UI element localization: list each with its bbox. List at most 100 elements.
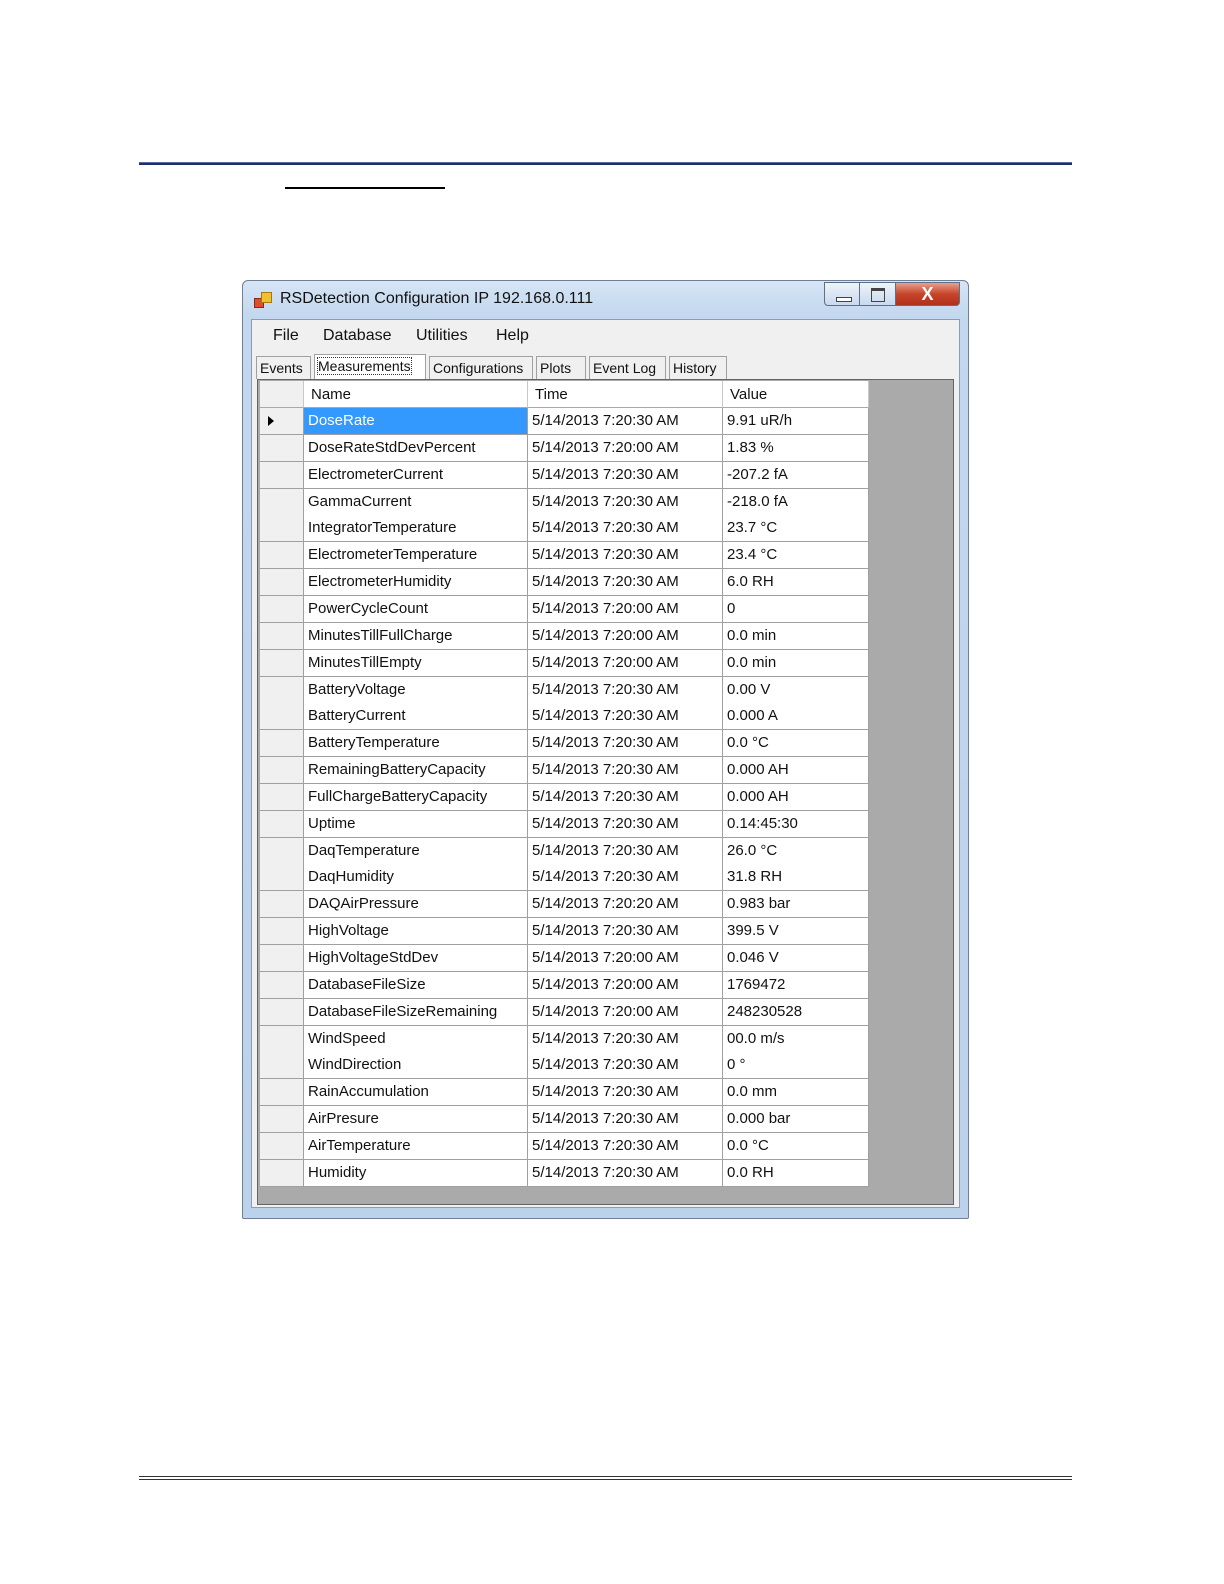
cell-time[interactable]: 5/14/2013 7:20:30 AM bbox=[528, 703, 723, 731]
cell-time[interactable]: 5/14/2013 7:20:30 AM bbox=[528, 676, 723, 704]
cell-name[interactable]: BatteryVoltage bbox=[304, 676, 528, 704]
cell-name[interactable]: MinutesTillFullCharge bbox=[304, 622, 528, 650]
cell-time[interactable]: 5/14/2013 7:20:30 AM bbox=[528, 542, 723, 570]
cell-value[interactable]: 0 ° bbox=[723, 1052, 869, 1080]
cell-name[interactable]: Humidity bbox=[304, 1159, 528, 1187]
cell-name[interactable]: DatabaseFileSizeRemaining bbox=[304, 998, 528, 1026]
cell-value[interactable]: 0.0 min bbox=[723, 649, 869, 677]
cell-time[interactable]: 5/14/2013 7:20:30 AM bbox=[528, 461, 723, 489]
cell-time[interactable]: 5/14/2013 7:20:00 AM bbox=[528, 649, 723, 677]
minimize-button[interactable] bbox=[824, 282, 860, 306]
maximize-button[interactable] bbox=[860, 282, 896, 306]
row-header[interactable] bbox=[260, 1079, 304, 1107]
cell-time[interactable]: 5/14/2013 7:20:30 AM bbox=[528, 757, 723, 785]
tab-measurements[interactable]: Measurements bbox=[314, 354, 426, 379]
row-header[interactable] bbox=[260, 649, 304, 677]
row-header[interactable] bbox=[260, 676, 304, 704]
cell-name[interactable]: HighVoltage bbox=[304, 918, 528, 946]
measurements-grid[interactable]: Name Time Value DoseRate 5/14/2013 7:20:3… bbox=[257, 379, 954, 1205]
cell-value[interactable]: -207.2 fA bbox=[723, 461, 869, 489]
cell-value[interactable]: 0.0 °C bbox=[723, 1132, 869, 1160]
row-header[interactable] bbox=[260, 1106, 304, 1134]
row-header[interactable] bbox=[260, 730, 304, 758]
row-header[interactable] bbox=[260, 1132, 304, 1160]
cell-value[interactable]: 0.000 A bbox=[723, 703, 869, 731]
cell-time[interactable]: 5/14/2013 7:20:30 AM bbox=[528, 864, 723, 892]
cell-name[interactable]: DAQAirPressure bbox=[304, 891, 528, 919]
tab-configurations[interactable]: Configurations bbox=[429, 356, 533, 379]
cell-value[interactable]: 26.0 °C bbox=[723, 837, 869, 865]
cell-time[interactable]: 5/14/2013 7:20:30 AM bbox=[528, 1025, 723, 1053]
row-header[interactable] bbox=[260, 998, 304, 1026]
cell-name[interactable]: DaqTemperature bbox=[304, 837, 528, 865]
cell-value[interactable]: 248230528 bbox=[723, 998, 869, 1026]
cell-name[interactable]: Uptime bbox=[304, 810, 528, 838]
cell-time[interactable]: 5/14/2013 7:20:30 AM bbox=[528, 1052, 723, 1080]
cell-value[interactable]: 23.4 °C bbox=[723, 542, 869, 570]
cell-value[interactable]: 0.000 bar bbox=[723, 1106, 869, 1134]
cell-time[interactable]: 5/14/2013 7:20:00 AM bbox=[528, 434, 723, 462]
row-header[interactable] bbox=[260, 1025, 304, 1053]
cell-value[interactable]: 0.0 mm bbox=[723, 1079, 869, 1107]
row-header[interactable] bbox=[260, 918, 304, 946]
row-header[interactable] bbox=[260, 945, 304, 972]
cell-value[interactable]: 399.5 V bbox=[723, 918, 869, 946]
cell-time[interactable]: 5/14/2013 7:20:00 AM bbox=[528, 622, 723, 650]
cell-time[interactable]: 5/14/2013 7:20:30 AM bbox=[528, 408, 723, 435]
cell-time[interactable]: 5/14/2013 7:20:30 AM bbox=[528, 1079, 723, 1107]
cell-name[interactable]: BatteryCurrent bbox=[304, 703, 528, 731]
cell-name[interactable]: RainAccumulation bbox=[304, 1079, 528, 1107]
row-header[interactable] bbox=[260, 542, 304, 570]
cell-time[interactable]: 5/14/2013 7:20:00 AM bbox=[528, 998, 723, 1026]
menu-file[interactable]: File bbox=[273, 327, 299, 345]
cell-name[interactable]: PowerCycleCount bbox=[304, 595, 528, 623]
cell-name[interactable]: DoseRate bbox=[304, 408, 528, 435]
menu-help[interactable]: Help bbox=[496, 327, 529, 345]
cell-name[interactable]: MinutesTillEmpty bbox=[304, 649, 528, 677]
cell-name[interactable]: WindSpeed bbox=[304, 1025, 528, 1053]
column-header-name[interactable]: Name bbox=[304, 381, 528, 408]
cell-name[interactable]: ElectrometerHumidity bbox=[304, 569, 528, 597]
cell-name[interactable]: GammaCurrent bbox=[304, 488, 528, 516]
cell-time[interactable]: 5/14/2013 7:20:30 AM bbox=[528, 1132, 723, 1160]
tab-event-log[interactable]: Event Log bbox=[589, 356, 666, 379]
cell-name[interactable]: AirPresure bbox=[304, 1106, 528, 1134]
cell-name[interactable]: AirTemperature bbox=[304, 1132, 528, 1160]
row-header[interactable] bbox=[260, 971, 304, 999]
cell-value[interactable]: 0.00 V bbox=[723, 676, 869, 704]
cell-name[interactable]: WindDirection bbox=[304, 1052, 528, 1080]
cell-time[interactable]: 5/14/2013 7:20:20 AM bbox=[528, 891, 723, 919]
cell-name[interactable]: ElectrometerTemperature bbox=[304, 542, 528, 570]
cell-time[interactable]: 5/14/2013 7:20:30 AM bbox=[528, 918, 723, 946]
cell-value[interactable]: 6.0 RH bbox=[723, 569, 869, 597]
cell-time[interactable]: 5/14/2013 7:20:30 AM bbox=[528, 837, 723, 865]
cell-value[interactable]: 0.046 V bbox=[723, 945, 869, 972]
cell-time[interactable]: 5/14/2013 7:20:00 AM bbox=[528, 945, 723, 972]
row-header[interactable] bbox=[260, 461, 304, 489]
cell-time[interactable]: 5/14/2013 7:20:30 AM bbox=[528, 515, 723, 543]
cell-value[interactable]: 1.83 % bbox=[723, 434, 869, 462]
cell-time[interactable]: 5/14/2013 7:20:30 AM bbox=[528, 730, 723, 758]
row-header[interactable] bbox=[260, 864, 304, 892]
cell-time[interactable]: 5/14/2013 7:20:30 AM bbox=[528, 783, 723, 811]
cell-time[interactable]: 5/14/2013 7:20:00 AM bbox=[528, 971, 723, 999]
row-header[interactable] bbox=[260, 569, 304, 597]
cell-value[interactable]: 1769472 bbox=[723, 971, 869, 999]
cell-value[interactable]: 0.14:45:30 bbox=[723, 810, 869, 838]
tab-events[interactable]: Events bbox=[256, 356, 311, 379]
title-bar[interactable]: RSDetection Configuration IP 192.168.0.1… bbox=[243, 281, 968, 319]
column-header-time[interactable]: Time bbox=[528, 381, 723, 408]
cell-name[interactable]: DatabaseFileSize bbox=[304, 971, 528, 999]
row-header[interactable] bbox=[260, 703, 304, 731]
cell-value[interactable]: -218.0 fA bbox=[723, 488, 869, 516]
cell-value[interactable]: 0.0 RH bbox=[723, 1159, 869, 1187]
cell-time[interactable]: 5/14/2013 7:20:30 AM bbox=[528, 810, 723, 838]
menu-database[interactable]: Database bbox=[323, 327, 392, 345]
cell-name[interactable]: BatteryTemperature bbox=[304, 730, 528, 758]
row-header[interactable] bbox=[260, 622, 304, 650]
row-header[interactable] bbox=[260, 891, 304, 919]
row-header[interactable] bbox=[260, 837, 304, 865]
row-header[interactable] bbox=[260, 810, 304, 838]
cell-name[interactable]: RemainingBatteryCapacity bbox=[304, 757, 528, 785]
cell-value[interactable]: 9.91 uR/h bbox=[723, 408, 869, 435]
